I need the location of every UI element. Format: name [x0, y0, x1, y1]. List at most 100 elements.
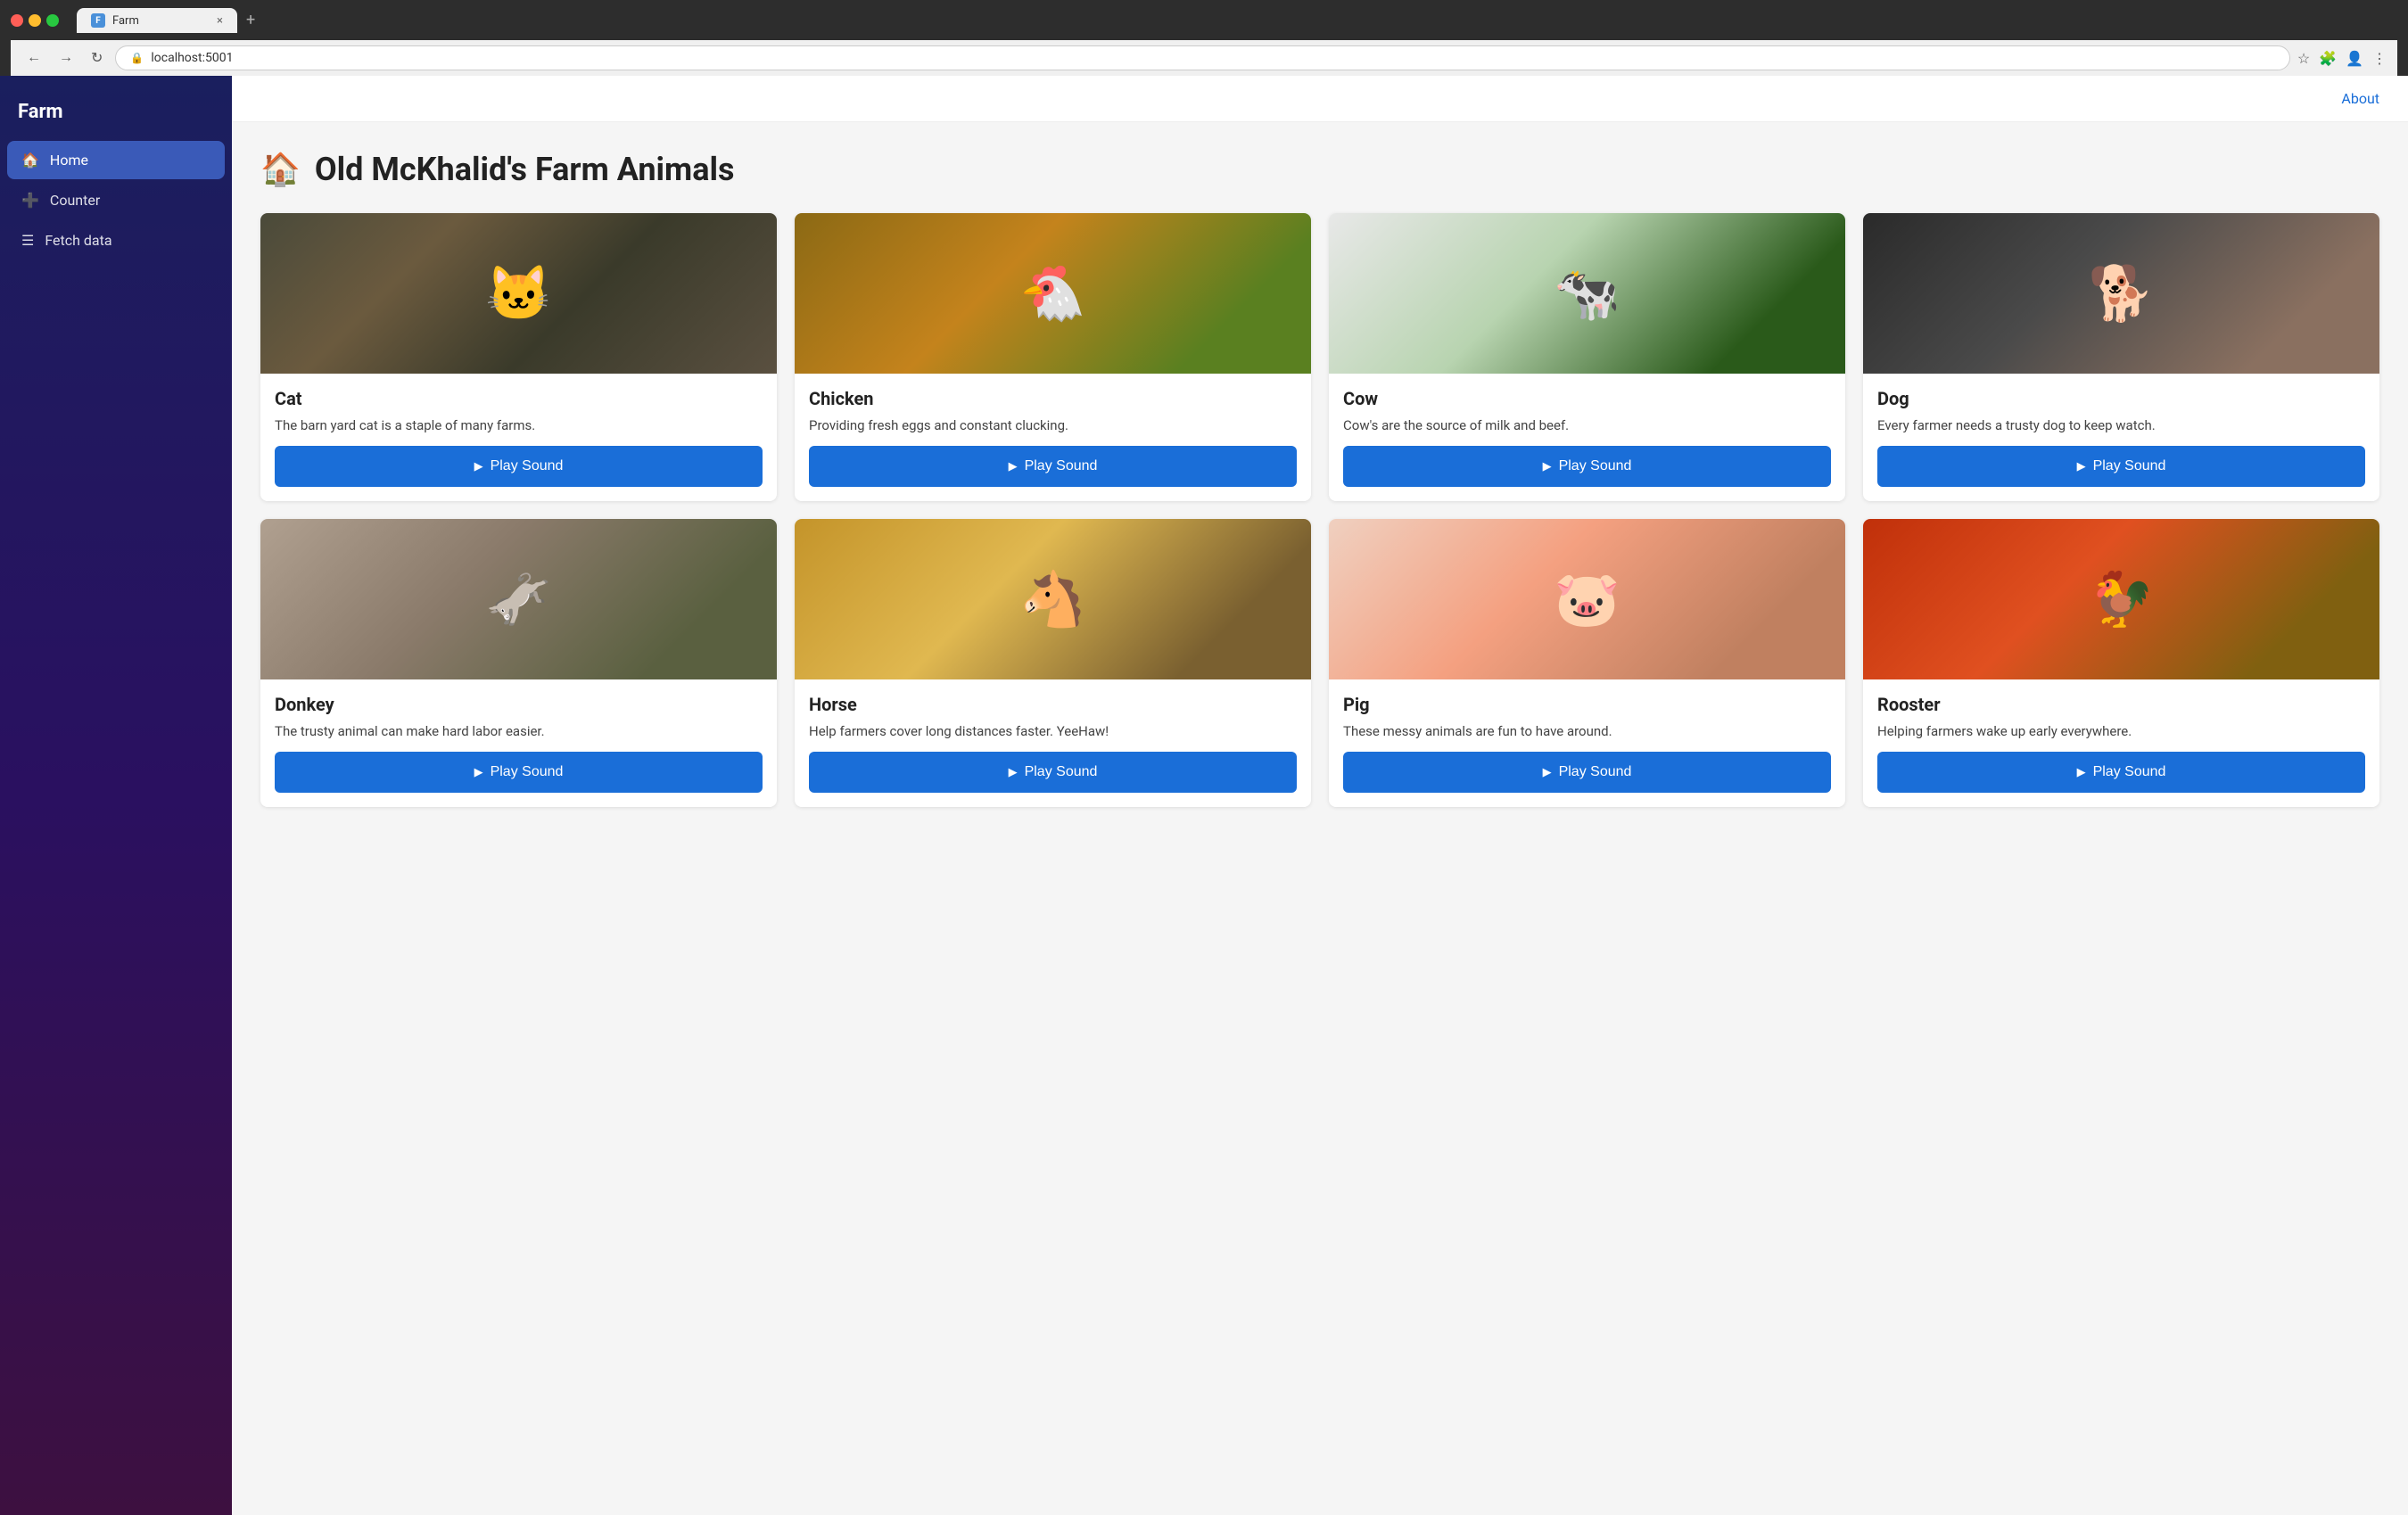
- play-sound-label-chicken: Play Sound: [1025, 458, 1098, 474]
- animal-card-donkey: Donkey The trusty animal can make hard l…: [260, 519, 777, 807]
- play-sound-label-horse: Play Sound: [1025, 764, 1098, 780]
- sidebar-item-home-label: Home: [50, 152, 88, 169]
- animal-card-footer-cow: ▶ Play Sound: [1329, 446, 1845, 501]
- main-body: 🏠 Old McKhalid's Farm Animals Cat The ba…: [232, 122, 2408, 836]
- animal-card-footer-pig: ▶ Play Sound: [1329, 752, 1845, 807]
- animal-name-cow: Cow: [1343, 388, 1831, 409]
- animal-image-horse: [795, 519, 1311, 679]
- grid-icon: ☰: [21, 232, 34, 249]
- animal-desc-cat: The barn yard cat is a staple of many fa…: [275, 416, 763, 435]
- home-icon: 🏠: [21, 152, 39, 169]
- animal-card-cow: Cow Cow's are the source of milk and bee…: [1329, 213, 1845, 501]
- animal-card-cat: Cat The barn yard cat is a staple of man…: [260, 213, 777, 501]
- animal-info-cat: Cat The barn yard cat is a staple of man…: [260, 374, 777, 446]
- animal-info-donkey: Donkey The trusty animal can make hard l…: [260, 679, 777, 752]
- play-sound-button-dog[interactable]: ▶ Play Sound: [1877, 446, 2365, 487]
- sidebar-item-home[interactable]: 🏠 Home: [7, 141, 225, 179]
- play-sound-label-cow: Play Sound: [1559, 458, 1632, 474]
- sidebar-nav: 🏠 Home ➕ Counter ☰ Fetch data: [0, 141, 232, 259]
- browser-titlebar: F Farm × +: [11, 7, 2397, 33]
- animal-image-chicken: [795, 213, 1311, 374]
- play-sound-button-pig[interactable]: ▶ Play Sound: [1343, 752, 1831, 793]
- browser-menu-icon[interactable]: ⋮: [2372, 50, 2387, 67]
- play-sound-button-horse[interactable]: ▶ Play Sound: [809, 752, 1297, 793]
- animal-card-horse: Horse Help farmers cover long distances …: [795, 519, 1311, 807]
- play-sound-label-dog: Play Sound: [2093, 458, 2166, 474]
- main-header: About: [232, 76, 2408, 122]
- animal-info-rooster: Rooster Helping farmers wake up early ev…: [1863, 679, 2379, 752]
- animal-desc-donkey: The trusty animal can make hard labor ea…: [275, 722, 763, 741]
- animal-card-footer-dog: ▶ Play Sound: [1863, 446, 2379, 501]
- traffic-lights: [11, 14, 59, 27]
- animal-name-dog: Dog: [1877, 388, 2365, 409]
- animal-desc-dog: Every farmer needs a trusty dog to keep …: [1877, 416, 2365, 435]
- animal-card-footer-donkey: ▶ Play Sound: [260, 752, 777, 807]
- animal-card-dog: Dog Every farmer needs a trusty dog to k…: [1863, 213, 2379, 501]
- browser-chrome: F Farm × + ← → ↻ 🔒 localhost:5001 ☆ 🧩 👤 …: [0, 0, 2408, 76]
- animal-card-footer-cat: ▶ Play Sound: [260, 446, 777, 501]
- play-sound-label-donkey: Play Sound: [491, 764, 564, 780]
- animal-name-cat: Cat: [275, 388, 763, 409]
- address-bar[interactable]: 🔒 localhost:5001: [115, 45, 2289, 70]
- animal-name-donkey: Donkey: [275, 694, 763, 715]
- animal-desc-chicken: Providing fresh eggs and constant clucki…: [809, 416, 1297, 435]
- plus-icon: ➕: [21, 192, 39, 209]
- animal-card-chicken: Chicken Providing fresh eggs and constan…: [795, 213, 1311, 501]
- animal-info-chicken: Chicken Providing fresh eggs and constan…: [795, 374, 1311, 446]
- about-link[interactable]: About: [2341, 90, 2379, 107]
- animal-name-pig: Pig: [1343, 694, 1831, 715]
- tab-close-button[interactable]: ×: [217, 14, 223, 28]
- animal-info-horse: Horse Help farmers cover long distances …: [795, 679, 1311, 752]
- animal-desc-horse: Help farmers cover long distances faster…: [809, 722, 1297, 741]
- sidebar-item-fetch-data[interactable]: ☰ Fetch data: [7, 221, 225, 259]
- animal-grid: Cat The barn yard cat is a staple of man…: [260, 213, 2379, 807]
- animal-card-rooster: Rooster Helping farmers wake up early ev…: [1863, 519, 2379, 807]
- play-sound-button-cow[interactable]: ▶ Play Sound: [1343, 446, 1831, 487]
- animal-desc-pig: These messy animals are fun to have arou…: [1343, 722, 1831, 741]
- animal-info-pig: Pig These messy animals are fun to have …: [1329, 679, 1845, 752]
- forward-button[interactable]: →: [54, 48, 78, 68]
- extensions-icon[interactable]: 🧩: [2319, 50, 2337, 67]
- animal-name-horse: Horse: [809, 694, 1297, 715]
- back-button[interactable]: ←: [21, 48, 46, 68]
- play-icon-cat: ▶: [474, 459, 483, 473]
- animal-info-dog: Dog Every farmer needs a trusty dog to k…: [1863, 374, 2379, 446]
- animal-name-rooster: Rooster: [1877, 694, 2365, 715]
- play-sound-label-pig: Play Sound: [1559, 764, 1632, 780]
- sidebar-title: Farm: [0, 90, 232, 141]
- main-content: About 🏠 Old McKhalid's Farm Animals Cat …: [232, 76, 2408, 1515]
- new-tab-button[interactable]: +: [239, 7, 262, 33]
- toolbar-right: ☆ 🧩 👤 ⋮: [2297, 50, 2387, 67]
- animal-card-pig: Pig These messy animals are fun to have …: [1329, 519, 1845, 807]
- sidebar-item-counter[interactable]: ➕ Counter: [7, 181, 225, 219]
- lock-icon: 🔒: [130, 52, 144, 64]
- animal-info-cow: Cow Cow's are the source of milk and bee…: [1329, 374, 1845, 446]
- animal-image-rooster: [1863, 519, 2379, 679]
- reload-button[interactable]: ↻: [86, 47, 108, 69]
- animal-card-footer-rooster: ▶ Play Sound: [1863, 752, 2379, 807]
- animal-desc-rooster: Helping farmers wake up early everywhere…: [1877, 722, 2365, 741]
- tab-label: Farm: [112, 14, 139, 28]
- animal-desc-cow: Cow's are the source of milk and beef.: [1343, 416, 1831, 435]
- page-title-text: Old McKhalid's Farm Animals: [315, 151, 735, 188]
- browser-toolbar: ← → ↻ 🔒 localhost:5001 ☆ 🧩 👤 ⋮: [11, 40, 2397, 76]
- bookmark-icon[interactable]: ☆: [2297, 50, 2310, 67]
- animal-image-pig: [1329, 519, 1845, 679]
- profile-avatar[interactable]: 👤: [2346, 50, 2363, 67]
- browser-tab-farm[interactable]: F Farm ×: [77, 8, 237, 33]
- animal-image-donkey: [260, 519, 777, 679]
- play-sound-button-donkey[interactable]: ▶ Play Sound: [275, 752, 763, 793]
- sidebar-item-counter-label: Counter: [50, 192, 100, 209]
- url-text: localhost:5001: [151, 51, 233, 65]
- app-container: Farm 🏠 Home ➕ Counter ☰ Fetch data About…: [0, 76, 2408, 1515]
- play-sound-button-cat[interactable]: ▶ Play Sound: [275, 446, 763, 487]
- close-window-button[interactable]: [11, 14, 23, 27]
- play-sound-button-rooster[interactable]: ▶ Play Sound: [1877, 752, 2365, 793]
- minimize-window-button[interactable]: [29, 14, 41, 27]
- play-sound-button-chicken[interactable]: ▶ Play Sound: [809, 446, 1297, 487]
- page-title-icon: 🏠: [260, 151, 301, 188]
- animal-card-footer-horse: ▶ Play Sound: [795, 752, 1311, 807]
- fullscreen-window-button[interactable]: [46, 14, 59, 27]
- play-icon-donkey: ▶: [474, 765, 483, 779]
- play-sound-label-cat: Play Sound: [491, 458, 564, 474]
